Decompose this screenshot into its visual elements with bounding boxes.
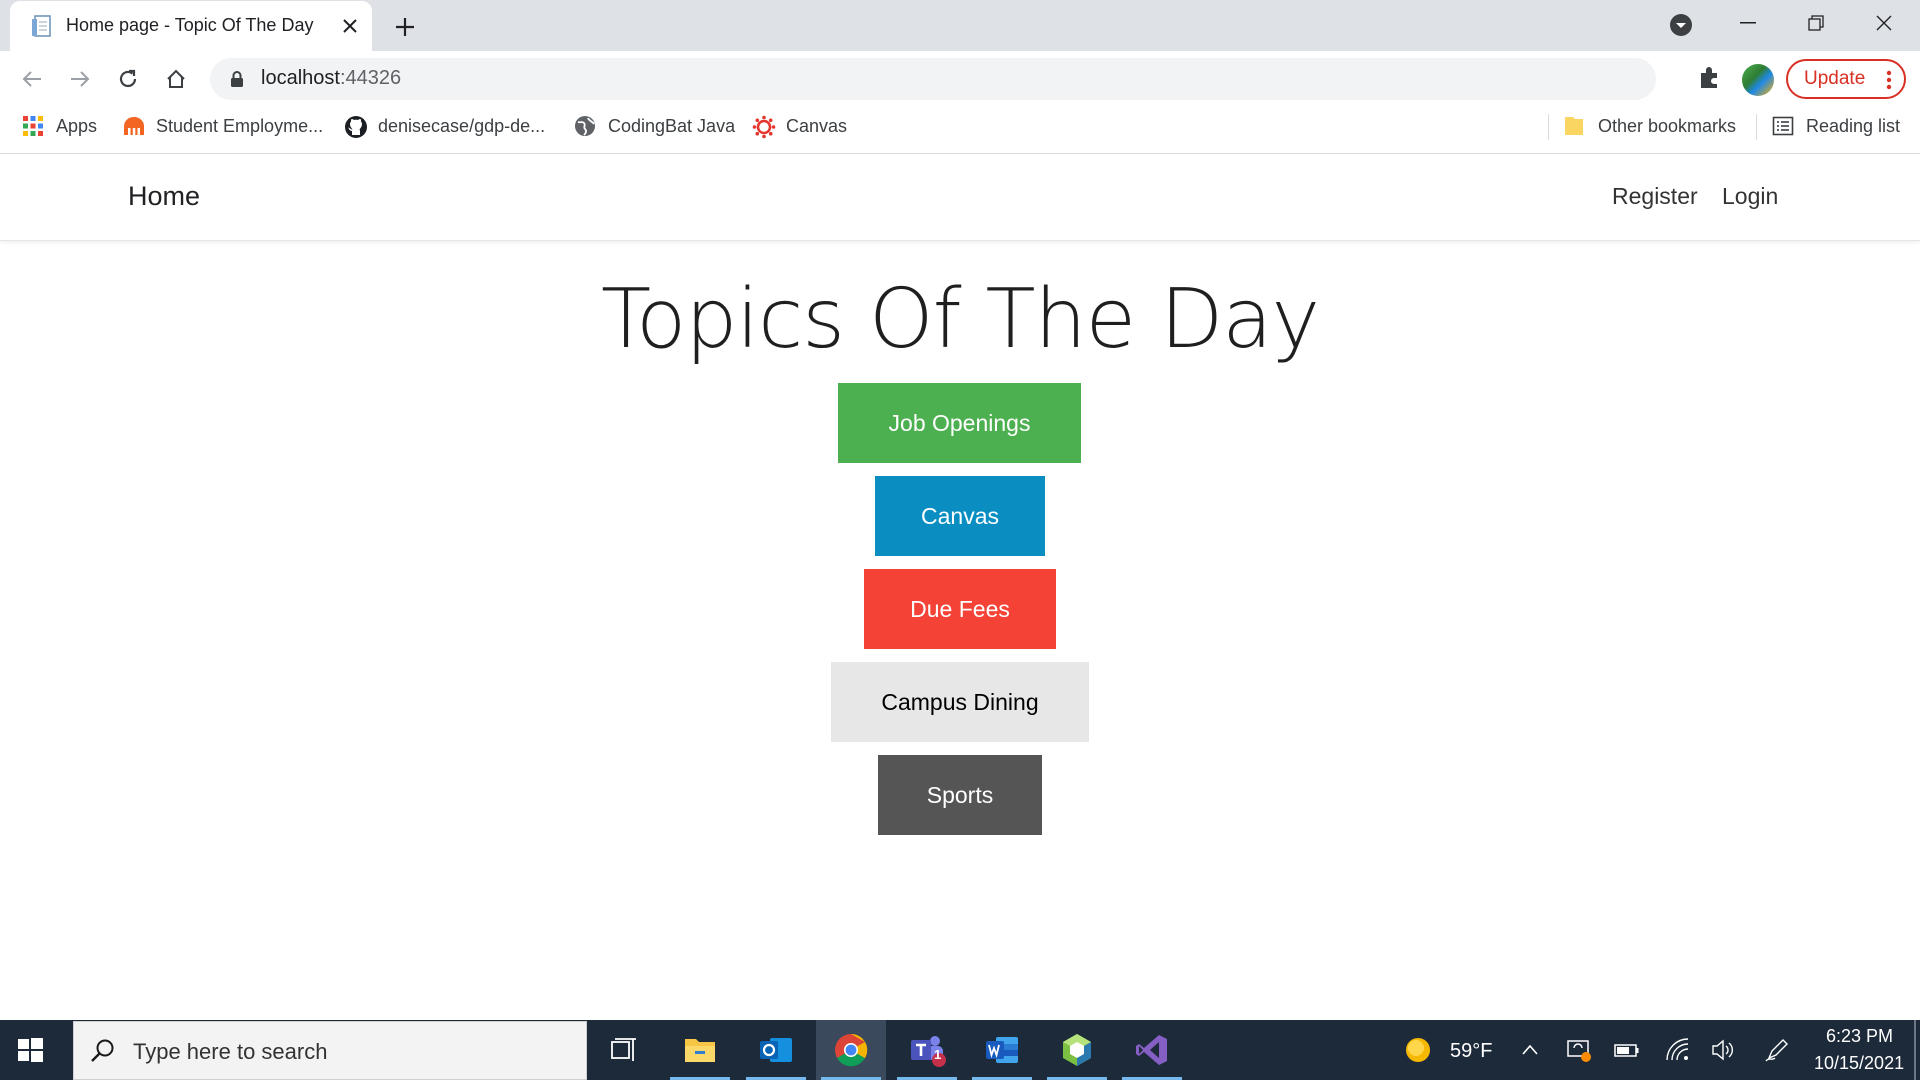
canvas-icon: [752, 115, 776, 139]
bookmark-label: CodingBat Java: [608, 115, 736, 136]
window-minimize-icon[interactable]: [1728, 8, 1768, 38]
home-icon[interactable]: [160, 63, 192, 95]
lock-icon[interactable]: [228, 70, 246, 88]
bookmark-codingbat[interactable]: CodingBat Java: [574, 106, 735, 146]
bookmark-divider: [1548, 114, 1549, 140]
topic-button-job-openings[interactable]: Job Openings: [838, 383, 1081, 463]
search-icon: [90, 1038, 116, 1064]
extensions-puzzle-icon[interactable]: [1696, 63, 1724, 91]
other-bookmarks-label: Other bookmarks: [1598, 115, 1737, 136]
nav-login-link[interactable]: Login: [1722, 183, 1778, 210]
battery-icon[interactable]: [1614, 1038, 1640, 1062]
teams-notification-badge: 1: [934, 1047, 942, 1062]
page-title: Topics Of The Day: [601, 272, 1320, 367]
window-restore-icon[interactable]: [1796, 8, 1836, 38]
folder-icon: [1564, 115, 1586, 137]
forward-arrow-icon[interactable]: [64, 63, 96, 95]
wifi-icon[interactable]: [1664, 1036, 1690, 1062]
bookmark-label: Apps: [56, 115, 98, 136]
reading-list-label: Reading list: [1806, 115, 1901, 136]
browser-toolbar: localhost:44326 Update: [0, 51, 1920, 106]
update-button[interactable]: Update: [1786, 59, 1906, 99]
clock-date[interactable]: 10/15/2021: [1814, 1053, 1904, 1074]
reading-list-button[interactable]: Reading list: [1772, 106, 1900, 146]
visual-studio-icon[interactable]: [1117, 1020, 1187, 1080]
bookmarks-bar: Apps Student Employme... denisecase/gdp-…: [0, 106, 1920, 154]
netbeans-icon[interactable]: [1042, 1020, 1112, 1080]
reload-icon[interactable]: [112, 63, 144, 95]
topic-label: Campus Dining: [881, 688, 1039, 715]
globe-icon: [574, 115, 596, 137]
tab-search-dropdown-icon[interactable]: [1668, 12, 1694, 38]
bookmark-other-bookmarks[interactable]: Other bookmarks: [1564, 106, 1736, 146]
topic-label: Due Fees: [910, 595, 1010, 622]
window-close-icon[interactable]: [1864, 8, 1904, 38]
bookmark-student-employment[interactable]: Student Employme...: [122, 106, 323, 146]
nav-register-link[interactable]: Register: [1612, 183, 1698, 210]
clock-time[interactable]: 6:23 PM: [1826, 1026, 1893, 1047]
weather-sun-icon[interactable]: [1404, 1036, 1432, 1064]
reading-list-icon: [1772, 115, 1794, 137]
topic-button-sports[interactable]: Sports: [878, 755, 1042, 835]
show-hidden-icons-chevron-up-icon[interactable]: [1520, 1040, 1540, 1060]
chrome-icon[interactable]: [816, 1020, 886, 1080]
profile-avatar[interactable]: [1742, 64, 1774, 96]
topic-label: Sports: [926, 781, 994, 808]
topic-label: Job Openings: [888, 409, 1031, 436]
volume-icon[interactable]: [1710, 1037, 1736, 1063]
new-tab-plus-icon[interactable]: [390, 12, 420, 42]
topic-button-campus-dining[interactable]: Campus Dining: [831, 662, 1089, 742]
bookmark-github[interactable]: denisecase/gdp-de...: [344, 106, 545, 146]
bookmark-canvas[interactable]: Canvas: [752, 106, 847, 146]
back-arrow-icon[interactable]: [16, 63, 48, 95]
browser-tab-active[interactable]: Home page - Topic Of The Day: [10, 1, 372, 51]
windows-start-icon[interactable]: [14, 1034, 46, 1066]
file-explorer-icon[interactable]: [665, 1020, 735, 1080]
bookmark-label: Canvas: [786, 115, 848, 136]
teams-icon[interactable]: 1: [892, 1020, 962, 1080]
windows-taskbar: Type here to search 1 59°F 6:23 PM 10/15…: [0, 1020, 1920, 1080]
task-view-icon[interactable]: [589, 1020, 659, 1080]
show-desktop-button[interactable]: [1914, 1020, 1916, 1080]
word-icon[interactable]: [967, 1020, 1037, 1080]
nav-home-link[interactable]: Home: [128, 181, 200, 212]
tab-title: Home page - Topic Of The Day: [66, 15, 314, 35]
taskbar-search-placeholder: Type here to search: [133, 1039, 328, 1064]
site-navbar: Home Register Login: [0, 155, 1920, 241]
topic-button-due-fees[interactable]: Due Fees: [864, 569, 1056, 649]
update-label: Update: [1804, 68, 1866, 89]
bookmark-label: denisecase/gdp-de...: [378, 115, 546, 136]
url-text: localhost:44326: [261, 67, 401, 90]
bookmark-apps[interactable]: Apps: [22, 106, 97, 146]
browser-tabstrip: Home page - Topic Of The Day: [0, 0, 1920, 51]
url-host: localhost: [261, 67, 340, 89]
bookmark-divider: [1756, 114, 1757, 140]
sync-status-icon[interactable]: [1566, 1037, 1592, 1063]
student-employment-icon: [122, 115, 144, 137]
address-bar[interactable]: localhost:44326: [210, 58, 1870, 100]
bookmark-label: Student Employme...: [156, 115, 324, 136]
topic-button-canvas[interactable]: Canvas: [875, 476, 1045, 556]
weather-temperature[interactable]: 59°F: [1450, 1040, 1492, 1063]
pen-ink-workspace-icon[interactable]: [1764, 1037, 1790, 1063]
url-port: :44326: [339, 67, 402, 89]
outlook-icon[interactable]: [741, 1020, 811, 1080]
taskbar-search-box[interactable]: Type here to search: [73, 1021, 587, 1080]
menu-dots-icon: [1886, 70, 1892, 90]
tab-close-icon[interactable]: [338, 14, 362, 38]
page-favicon-icon: [31, 14, 53, 38]
topic-label: Canvas: [921, 502, 999, 529]
github-icon: [344, 115, 367, 138]
apps-grid-icon: [22, 115, 44, 137]
